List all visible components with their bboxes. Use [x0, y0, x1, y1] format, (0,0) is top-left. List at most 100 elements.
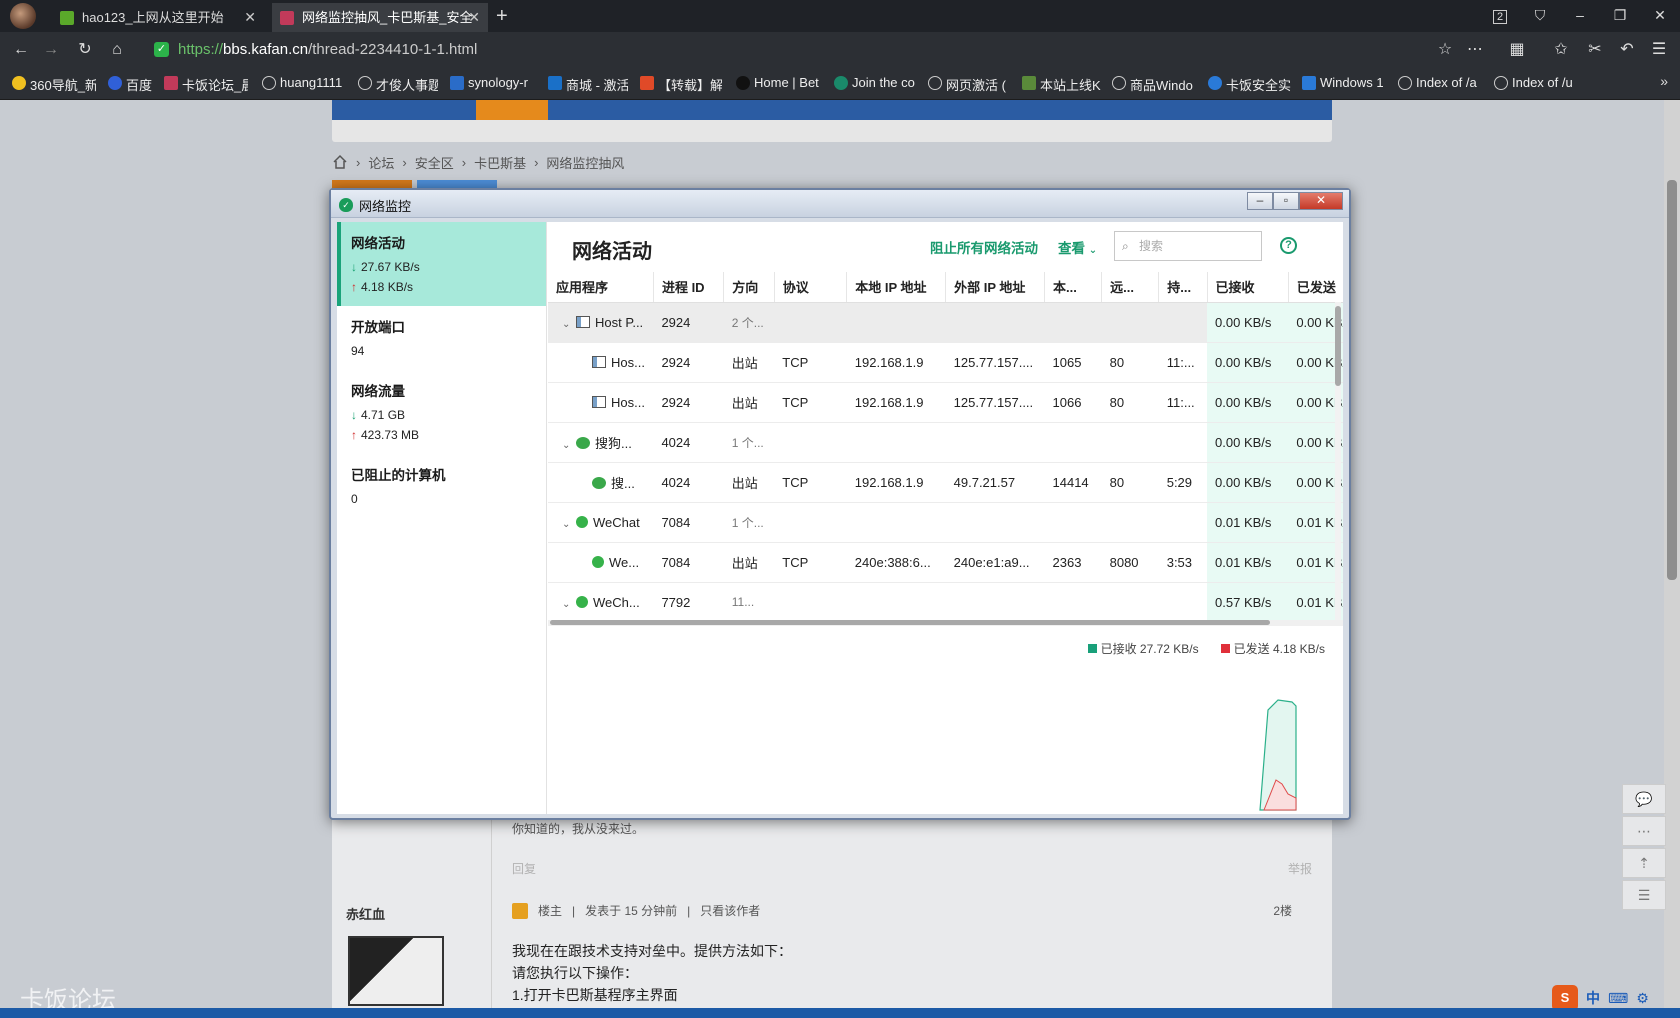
- column-header[interactable]: 协议: [774, 272, 848, 303]
- sidebar-item-blocked-computers[interactable]: 已阻止的计算机 0: [337, 454, 546, 518]
- expand-chevron-icon[interactable]: ⌄: [562, 519, 576, 530]
- column-header[interactable]: 远...: [1101, 272, 1160, 303]
- shirt-icon[interactable]: ⛉: [1520, 0, 1560, 32]
- forward-icon[interactable]: →: [40, 39, 62, 61]
- floor-number[interactable]: 2楼: [1273, 902, 1292, 919]
- bookmark-item[interactable]: 本站上线K: [1022, 75, 1110, 94]
- scissors-icon[interactable]: ✂: [1584, 39, 1606, 61]
- column-header[interactable]: 已接收: [1207, 272, 1289, 303]
- address-bar[interactable]: ✓ https://bbs.kafan.cn/thread-2234410-1-…: [150, 36, 1460, 63]
- process-row[interactable]: ⌄ WeChat 7084 1 个... 0.01 KB/s 0.01 KB/: [548, 502, 1343, 543]
- help-icon[interactable]: ?: [1280, 237, 1297, 254]
- column-header[interactable]: 本地 IP 地址: [846, 272, 947, 303]
- bookmark-item[interactable]: synology-r: [450, 75, 536, 90]
- bookmark-item[interactable]: 【转载】解: [640, 75, 722, 94]
- expand-chevron-icon[interactable]: ⌄: [562, 319, 576, 330]
- chat-icon[interactable]: ⋯: [1622, 816, 1666, 846]
- block-all-activity-link[interactable]: 阻止所有网络活动: [930, 237, 1038, 257]
- ime-language[interactable]: 中: [1586, 988, 1600, 1008]
- more-icon[interactable]: ⋯: [1464, 39, 1486, 61]
- bookmark-item[interactable]: Home | Bet: [736, 75, 820, 90]
- bookmark-item[interactable]: 网页激活 (: [928, 75, 1012, 94]
- column-header[interactable]: 进程 ID: [653, 272, 725, 303]
- back-icon[interactable]: ←: [10, 39, 32, 61]
- profile-avatar[interactable]: [10, 3, 36, 29]
- column-header[interactable]: 外部 IP 地址: [945, 272, 1045, 303]
- restore-icon[interactable]: ❐: [1600, 0, 1640, 32]
- column-header[interactable]: 持...: [1158, 272, 1208, 303]
- connection-row[interactable]: We... 7084 出站 TCP 240e:388:6... 240e:e1:a9...…: [548, 542, 1343, 583]
- sidebar-item-network-activity[interactable]: 网络活动 ↓ 27.67 KB/s ↑ 4.18 KB/s: [337, 222, 546, 306]
- breadcrumb-link[interactable]: 安全区: [415, 153, 454, 172]
- bookmark-item[interactable]: 才俊人事题: [358, 75, 438, 94]
- favorites-icon[interactable]: ✩: [1550, 39, 1572, 61]
- home-icon[interactable]: ⌂: [106, 39, 128, 61]
- reply-link[interactable]: 回复: [512, 862, 536, 876]
- bookmark-item[interactable]: Windows 1: [1302, 75, 1386, 90]
- star-icon[interactable]: ☆: [1434, 39, 1456, 61]
- breadcrumb-link[interactable]: 论坛: [368, 153, 394, 172]
- column-header[interactable]: 已发送: [1288, 272, 1343, 303]
- sidebar-item-network-traffic[interactable]: 网络流量 ↓ 4.71 GB ↑ 423.73 MB: [337, 370, 546, 454]
- maximize-button[interactable]: ▫: [1273, 192, 1299, 210]
- ime-settings-icon[interactable]: ⚙: [1636, 990, 1649, 1007]
- process-row[interactable]: ⌄Host P...29242 个...0.00 KB/s0.00 KB/s: [548, 302, 1343, 343]
- tab-hao123[interactable]: hao123_上网从这里开始 ✕: [52, 3, 264, 32]
- minimize-button[interactable]: –: [1247, 192, 1273, 210]
- sidebar-item-open-ports[interactable]: 开放端口 94: [337, 306, 546, 370]
- more-bookmarks-icon[interactable]: »: [1660, 73, 1668, 89]
- column-header[interactable]: 应用程序: [548, 272, 654, 303]
- only-author-link[interactable]: 只看该作者: [700, 902, 760, 919]
- bookmark-item[interactable]: 卡饭安全实: [1208, 75, 1298, 94]
- connection-row[interactable]: Hos... 2924 出站 TCP 192.168.1.9 125.77.157....…: [548, 342, 1343, 383]
- breadcrumb-link[interactable]: 网络监控抽风: [546, 153, 624, 172]
- undo-icon[interactable]: ↶: [1616, 39, 1638, 61]
- process-row[interactable]: ⌄ 搜狗... 4024 1 个... 0.00 KB/s 0.00 KB/: [548, 422, 1343, 463]
- table-vertical-scrollbar[interactable]: [1335, 302, 1341, 620]
- author-avatar[interactable]: [348, 936, 444, 1006]
- back-to-top-icon[interactable]: ⇡: [1622, 848, 1666, 878]
- bookmark-item[interactable]: huang1111: [262, 75, 348, 90]
- window-titlebar[interactable]: ✓ 网络监控 – ▫ ✕: [331, 190, 1349, 218]
- connection-row[interactable]: 搜... 4024 出站 TCP 192.168.1.9 49.7.21.57 14414 8…: [548, 462, 1343, 503]
- reload-icon[interactable]: ↻: [74, 39, 96, 61]
- bookmark-item[interactable]: 商城 - 激活: [548, 75, 628, 94]
- bookmark-item[interactable]: Index of /u: [1494, 75, 1578, 90]
- close-tab-icon[interactable]: ✕: [468, 3, 480, 32]
- close-icon[interactable]: ✕: [1640, 0, 1680, 32]
- keyboard-icon[interactable]: ⌨: [1608, 990, 1628, 1007]
- bookmark-item[interactable]: 商品Windo: [1112, 75, 1204, 94]
- apps-icon[interactable]: ▦: [1506, 39, 1528, 61]
- expand-chevron-icon[interactable]: ⌄: [562, 599, 576, 610]
- report-link[interactable]: 举报: [1288, 860, 1312, 877]
- column-header[interactable]: 本...: [1044, 272, 1103, 303]
- view-dropdown[interactable]: 查看 ⌄: [1058, 237, 1097, 257]
- search-input[interactable]: ⌕ 搜索: [1114, 231, 1262, 261]
- scrollbar-thumb[interactable]: [550, 620, 1270, 625]
- tab-count-badge[interactable]: 2: [1480, 0, 1520, 32]
- new-tab-button[interactable]: +: [496, 2, 508, 30]
- list-icon[interactable]: ☰: [1622, 880, 1666, 910]
- home-icon[interactable]: [332, 154, 348, 170]
- comment-icon[interactable]: 💬: [1622, 784, 1666, 814]
- breadcrumb-link[interactable]: 卡巴斯基: [474, 153, 526, 172]
- expand-chevron-icon[interactable]: ⌄: [562, 440, 576, 451]
- process-row[interactable]: ⌄ WeCh... 7792 11... 0.57 KB/s 0.01 KB/: [548, 582, 1343, 620]
- bookmark-item[interactable]: 360导航_新: [12, 75, 96, 94]
- connection-row[interactable]: Hos... 2924 出站 TCP 192.168.1.9 125.77.157....…: [548, 382, 1343, 423]
- close-button[interactable]: ✕: [1299, 192, 1343, 210]
- minimize-icon[interactable]: –: [1560, 0, 1600, 32]
- forum-nav-active[interactable]: [476, 100, 548, 120]
- scrollbar-thumb[interactable]: [1667, 180, 1677, 580]
- bookmark-item[interactable]: Index of /a: [1398, 75, 1482, 90]
- tab-kafan[interactable]: 网络监控抽风_卡巴斯基_安全 ✕: [272, 3, 488, 32]
- scrollbar-thumb[interactable]: [1335, 306, 1341, 386]
- bookmark-item[interactable]: 卡饭论坛_晨: [164, 75, 248, 94]
- post-author[interactable]: 赤红血: [346, 904, 385, 923]
- column-header[interactable]: 方向: [723, 272, 775, 303]
- page-scrollbar[interactable]: [1664, 100, 1680, 1008]
- close-tab-icon[interactable]: ✕: [244, 3, 256, 32]
- table-horizontal-scrollbar[interactable]: [548, 620, 1343, 626]
- menu-icon[interactable]: ☰: [1648, 39, 1670, 61]
- bookmark-item[interactable]: Join the co: [834, 75, 918, 90]
